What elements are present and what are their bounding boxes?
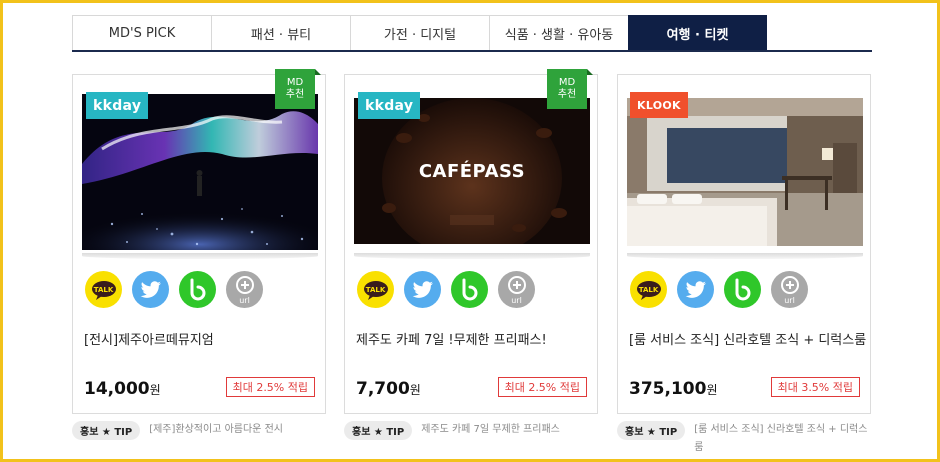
url-label: url [784, 296, 795, 305]
klook-logo: KLOOK [630, 92, 688, 118]
reward-badge: 최대 3.5% 적립 [770, 377, 860, 397]
md-badge-line2: 추천 [557, 89, 577, 100]
url-label: url [511, 296, 522, 305]
tab-fashion-beauty[interactable]: 패션 · 뷰티 [211, 15, 350, 50]
product-card-3: KLOOK TALK url [룸 서비스 조식] 신라호텔 조식 + 디럭스룸… [617, 74, 871, 414]
image-shadow [82, 253, 318, 259]
md-pick-badge: MD 추천 [275, 69, 321, 109]
product-image[interactable] [627, 98, 863, 246]
tip-badge: 홍보 ★ TIP [617, 421, 686, 440]
kkday-logo: kkday [358, 92, 421, 119]
price-value: 375,100 [629, 379, 707, 399]
tab-mds-pick[interactable]: MD'S PICK [72, 15, 211, 50]
kkday-logo: kkday [86, 92, 149, 119]
kakaotalk-label: TALK [638, 285, 659, 294]
tip-text[interactable]: [제주]환상적이고 아름다운 전시 [149, 421, 319, 439]
kakaotalk-icon[interactable]: TALK [630, 271, 667, 308]
url-label: url [239, 296, 250, 305]
twitter-icon[interactable] [677, 271, 714, 308]
kakaotalk-label: TALK [365, 285, 386, 294]
tip-text[interactable]: 제주도 카페 7일 무제한 프리패스 [421, 421, 591, 439]
tip-text[interactable]: [룸 서비스 조식] 신라호텔 조식 + 디럭스룸 [694, 421, 869, 457]
share-buttons: TALK url [85, 271, 263, 308]
md-badge-line2: 추천 [285, 89, 305, 100]
price-unit: 원 [149, 383, 161, 397]
image-shadow [627, 253, 863, 259]
tip-badge: 홍보 ★ TIP [72, 421, 141, 440]
category-tabs: MD'S PICK 패션 · 뷰티 가전 · 디지털 식품 · 생활 · 유아동… [72, 15, 872, 52]
product-price: 14,000원 [84, 379, 161, 399]
price-value: 14,000 [84, 379, 150, 399]
cafepass-logo-text: CAFÉPASS [418, 161, 526, 182]
product-price: 7,700원 [356, 379, 421, 399]
band-icon[interactable] [724, 271, 761, 308]
tab-food-living-kids[interactable]: 식품 · 생활 · 유아동 [489, 15, 628, 50]
md-badge-line1: MD [286, 77, 304, 88]
promo-tip-1: 홍보 ★ TIP [제주]환상적이고 아름다운 전시 [72, 421, 319, 440]
md-pick-badge: MD 추천 [547, 69, 593, 109]
md-badge-line1: MD [558, 77, 576, 88]
twitter-icon[interactable] [132, 271, 169, 308]
product-card-2: MD 추천 CAFÉPASS kkday TALK url 제주도 카페 7일 … [344, 69, 598, 414]
url-icon[interactable]: url [498, 271, 535, 308]
product-title[interactable]: 제주도 카페 7일 !무제한 프리패스! [356, 329, 547, 348]
twitter-icon[interactable] [404, 271, 441, 308]
price-unit: 원 [706, 383, 718, 397]
url-icon[interactable]: url [771, 271, 808, 308]
kakaotalk-icon[interactable]: TALK [85, 271, 122, 308]
product-price: 375,100원 [629, 379, 717, 399]
promo-tip-3: 홍보 ★ TIP [룸 서비스 조식] 신라호텔 조식 + 디럭스룸 [617, 421, 869, 457]
product-title[interactable]: [룸 서비스 조식] 신라호텔 조식 + 디럭스룸 [629, 329, 866, 348]
hotel-room-image [627, 98, 863, 246]
url-icon[interactable]: url [226, 271, 263, 308]
image-shadow [354, 253, 590, 259]
kakaotalk-label: TALK [93, 285, 114, 294]
product-title[interactable]: [전시]제주아르떼뮤지엄 [84, 329, 214, 348]
kakaotalk-icon[interactable]: TALK [357, 271, 394, 308]
price-value: 7,700 [356, 379, 410, 399]
tab-travel-ticket[interactable]: 여행 · 티켓 [628, 15, 767, 50]
product-image[interactable]: CAFÉPASS [354, 98, 590, 244]
promo-tip-2: 홍보 ★ TIP 제주도 카페 7일 무제한 프리패스 [344, 421, 591, 440]
share-buttons: TALK url [630, 271, 808, 308]
price-unit: 원 [409, 383, 421, 397]
tip-badge: 홍보 ★ TIP [344, 421, 413, 440]
reward-badge: 최대 2.5% 적립 [225, 377, 315, 397]
product-card-1: MD 추천 kkday TALK url [전시]제주아르떼뮤지엄 14,000… [72, 69, 326, 414]
band-icon[interactable] [451, 271, 488, 308]
band-icon[interactable] [179, 271, 216, 308]
tab-electronics-digital[interactable]: 가전 · 디지털 [350, 15, 489, 50]
share-buttons: TALK url [357, 271, 535, 308]
reward-badge: 최대 2.5% 적립 [497, 377, 587, 397]
